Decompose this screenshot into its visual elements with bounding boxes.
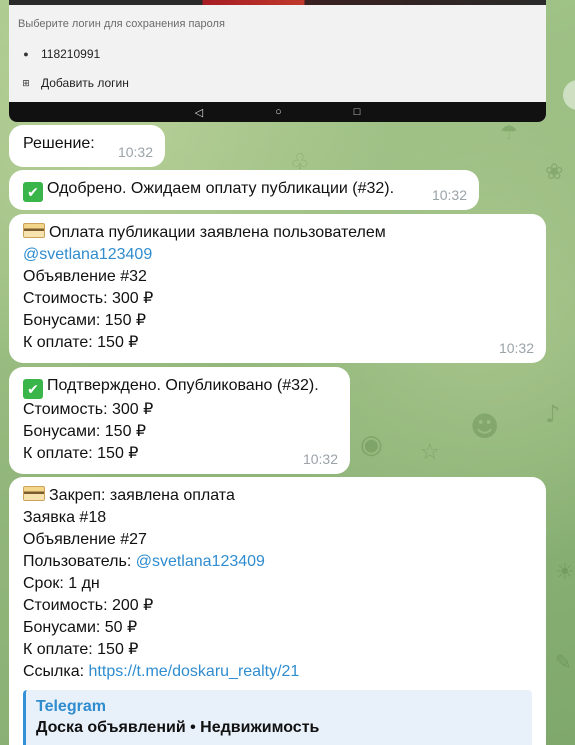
ad-number: Объявление #32 [23,268,147,285]
link-label: Ссылка: [23,663,89,680]
check-mark-icon: ✔ [23,182,43,202]
preview-title: Доска объявлений • Недвижимость [36,719,320,736]
attached-screenshot[interactable]: Выберите логин для сохранения пароля ● 1… [9,0,546,122]
message-bubble[interactable]: Закреп: заявлена оплата Заявка #18 Объяв… [9,477,546,745]
login-option[interactable]: ● 118210991 [20,44,100,64]
link-preview[interactable]: Telegram Доска объявлений • Недвижимость [23,690,532,745]
term-line: Срок: 1 дн [23,575,100,592]
to-pay-line: К оплате: 150 ₽ [23,445,139,462]
ad-number: Объявление #27 [23,531,147,548]
user-mention-link[interactable]: @svetlana123409 [23,246,152,263]
message-bubble[interactable]: ✔ Одобрено. Ожидаем оплату публикации (#3… [9,170,479,210]
user-label: Пользователь: [23,553,136,570]
to-pay-line: К оплате: 150 ₽ [23,641,139,658]
message-text: Одобрено. Ожидаем оплату публикации (#32… [47,180,395,197]
user-mention-link[interactable]: @svetlana123409 [136,553,265,570]
cost-line: Стоимость: 200 ₽ [23,597,154,614]
cost-line: Стоимость: 300 ₽ [23,290,154,307]
password-save-panel: Выберите логин для сохранения пароля ● 1… [9,5,546,102]
bonus-line: Бонусами: 50 ₽ [23,619,138,636]
message-time: 10:32 [431,187,467,203]
message-text: Оплата публикации заявлена пользователем [49,224,386,241]
cost-line: Стоимость: 300 ₽ [23,401,154,418]
doodle-icon: ☻ [470,410,500,443]
message-bubble[interactable]: Оплата публикации заявлена пользователем… [9,214,546,363]
plus-icon: ⊞ [22,77,30,88]
check-mark-icon: ✔ [23,379,43,399]
message-text: Закреп: заявлена оплата [49,487,235,504]
credit-card-icon [23,223,45,238]
home-icon: ○ [275,106,282,118]
doodle-icon: ✎ [555,650,572,674]
bonus-line: Бонусами: 150 ₽ [23,423,147,440]
doodle-icon: ♪ [545,400,561,428]
add-login-option[interactable]: ⊞ Добавить логин [20,73,129,93]
doodle-icon: ❀ [545,160,564,185]
request-number: Заявка #18 [23,509,107,526]
person-icon: ● [23,49,29,59]
back-icon: ◁ [194,106,204,119]
message-time: 10:32 [117,144,153,160]
doodle-icon: ☆ [420,440,440,465]
to-pay-line: К оплате: 150 ₽ [23,334,139,351]
add-login-label: Добавить логин [41,76,129,90]
channel-link[interactable]: https://t.me/doskaru_realty/21 [89,663,300,680]
bonus-line: Бонусами: 150 ₽ [23,312,147,329]
message-bubble[interactable]: ✔ Подтверждено. Опубликовано (#32). Стоим… [9,367,350,474]
credit-card-icon [23,486,45,501]
recent-apps-icon: □ [353,106,361,118]
doodle-icon: ☂ [500,120,518,144]
preview-site-name: Telegram [36,698,106,715]
message-bubble[interactable]: Решение: 10:32 [9,125,165,167]
message-time: 10:32 [498,340,534,356]
doodle-icon: ☀ [555,560,575,585]
android-nav-bar: ◁ ○ □ [9,102,546,122]
login-value: 118210991 [41,47,101,61]
message-text: Подтверждено. Опубликовано (#32). [47,377,319,394]
doodle-icon: ◉ [360,430,383,460]
message-time: 10:32 [302,451,338,467]
password-save-hint: Выберите логин для сохранения пароля [18,18,225,30]
